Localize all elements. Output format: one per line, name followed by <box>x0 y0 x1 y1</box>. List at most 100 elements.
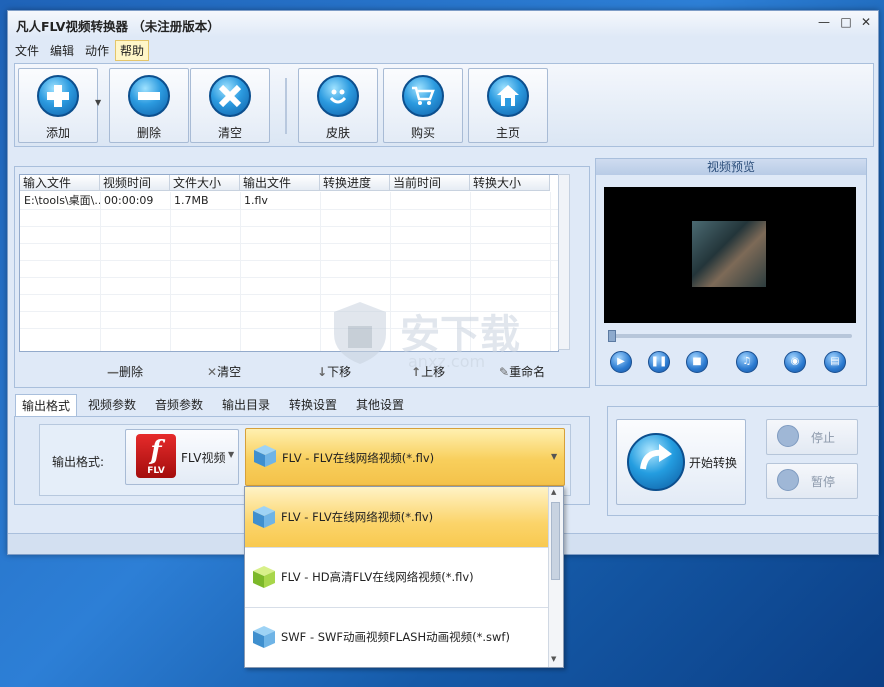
pause-icon[interactable]: ❚❚ <box>648 351 670 373</box>
chevron-down-icon: ▼ <box>551 452 558 461</box>
cell-video-time: 00:00:09 <box>104 194 154 207</box>
column-header-file-size[interactable]: 文件大小 <box>170 175 240 191</box>
buy-button-label: 购买 <box>410 126 435 140</box>
pause-label: 暂停 <box>811 475 836 489</box>
list-clear-label: 清空 <box>217 365 242 379</box>
minus-icon <box>128 75 170 117</box>
cell-output-file: 1.flv <box>244 194 268 207</box>
volume-icon[interactable]: ♫ <box>736 351 758 373</box>
tab-video-params[interactable]: 视频参数 <box>82 394 142 416</box>
close-button[interactable]: ✕ <box>858 16 874 30</box>
format-option-label: FLV - FLV在线网络视频(*.flv) <box>281 510 434 524</box>
blue-cube-icon <box>253 506 275 528</box>
column-header-output-file[interactable]: 输出文件 <box>240 175 320 191</box>
column-header-converted-size[interactable]: 转换大小 <box>470 175 550 191</box>
format-select-value: FLV - FLV在线网络视频(*.flv) <box>282 451 435 465</box>
menu-bar: 文件 编辑 动作 帮助 <box>8 38 878 61</box>
video-preview-panel: 视频预览 ▶ ❚❚ ■ ♫ ◉ ▤ <box>595 158 867 386</box>
column-header-video-time[interactable]: 视频时间 <box>100 175 170 191</box>
menu-edit[interactable]: 编辑 <box>46 41 78 60</box>
seek-knob[interactable] <box>608 330 616 342</box>
blue-cube-icon <box>253 626 275 648</box>
format-select[interactable]: FLV - FLV在线网络视频(*.flv) ▼ <box>245 428 565 486</box>
pause-button[interactable]: 暂停 <box>766 463 858 499</box>
green-cube-icon <box>253 566 275 588</box>
blue-cube-icon <box>254 445 276 467</box>
home-button[interactable]: 主页 <box>468 68 548 143</box>
stop-label: 停止 <box>811 431 836 445</box>
tab-audio-params[interactable]: 音频参数 <box>149 394 209 416</box>
flash-logo-icon: f FLV <box>136 434 176 478</box>
cart-icon <box>402 75 444 117</box>
minimize-button[interactable]: — <box>816 16 832 30</box>
folder-icon[interactable]: ▤ <box>824 351 846 373</box>
buy-button[interactable]: 购买 <box>383 68 463 143</box>
cell-input-file: E:\tools\桌面\... <box>24 194 100 207</box>
list-rename-button[interactable]: ✎重命名 <box>499 363 545 380</box>
scroll-down-icon[interactable]: ▼ <box>551 655 556 663</box>
preview-screen <box>604 187 856 323</box>
shield-logo-icon <box>334 302 386 364</box>
tab-other-settings[interactable]: 其他设置 <box>350 394 410 416</box>
preview-video-frame <box>692 221 766 287</box>
tab-convert-settings[interactable]: 转换设置 <box>283 394 343 416</box>
format-option[interactable]: SWF - SWF动画视频FLASH动画视频(*.swf) <box>245 607 548 667</box>
column-header-progress[interactable]: 转换进度 <box>320 175 390 191</box>
stop-button[interactable]: 停止 <box>766 419 858 455</box>
watermark-subtext: anxz.com <box>408 352 486 371</box>
toolbar: 添加 ▼ 删除 清空 皮肤 购买 主页 <box>14 63 874 147</box>
tab-output-format[interactable]: 输出格式 <box>15 394 78 417</box>
column-header-input-file[interactable]: 输入文件 <box>20 175 100 191</box>
skin-button-label: 皮肤 <box>325 126 350 140</box>
format-option-label: SWF - SWF动画视频FLASH动画视频(*.swf) <box>281 630 510 644</box>
menu-file[interactable]: 文件 <box>11 41 43 60</box>
pause-icon <box>777 469 799 491</box>
title-bar: 凡人FLV视频转换器 （未注册版本） — □ ✕ <box>8 11 878 37</box>
snapshot-icon[interactable]: ◉ <box>784 351 806 373</box>
format-option-label: FLV - HD高清FLV在线网络视频(*.flv) <box>281 570 474 584</box>
delete-button[interactable]: 删除 <box>109 68 189 143</box>
home-icon <box>487 75 529 117</box>
file-table-scrollbar[interactable] <box>558 174 570 350</box>
preview-title: 视频预览 <box>596 159 866 175</box>
x-icon <box>209 75 251 117</box>
chevron-down-icon: ▼ <box>228 450 235 459</box>
format-option[interactable]: FLV - FLV在线网络视频(*.flv) <box>245 487 548 548</box>
start-convert-button[interactable]: 开始转换 <box>616 419 746 505</box>
list-clear-button[interactable]: ✕清空 <box>207 363 241 380</box>
format-dropdown-list[interactable]: FLV - FLV在线网络视频(*.flv) FLV - HD高清FLV在线网络… <box>244 486 564 668</box>
list-delete-button[interactable]: —删除 <box>107 363 143 380</box>
format-option[interactable]: FLV - HD高清FLV在线网络视频(*.flv) <box>245 547 548 608</box>
cell-file-size: 1.7MB <box>174 194 209 207</box>
format-category-label: FLV视频 <box>181 451 226 465</box>
format-label: 输出格式: <box>52 455 105 469</box>
clear-button-label: 清空 <box>217 126 242 140</box>
add-dropdown-arrow-icon[interactable]: ▼ <box>95 98 101 107</box>
window-title: 凡人FLV视频转换器 （未注册版本） <box>16 19 220 34</box>
start-convert-label: 开始转换 <box>689 456 738 470</box>
add-button[interactable]: 添加 <box>18 68 98 143</box>
list-move-down-label: 下移 <box>327 365 352 379</box>
home-button-label: 主页 <box>495 126 520 140</box>
menu-help[interactable]: 帮助 <box>115 40 150 61</box>
plus-icon <box>37 75 79 117</box>
seek-bar[interactable] <box>608 334 852 338</box>
menu-action[interactable]: 动作 <box>81 41 113 60</box>
play-icon[interactable]: ▶ <box>610 351 632 373</box>
delete-button-label: 删除 <box>136 126 161 140</box>
clear-button[interactable]: 清空 <box>190 68 270 143</box>
column-header-current-time[interactable]: 当前时间 <box>390 175 470 191</box>
list-rename-label: 重命名 <box>509 365 546 379</box>
skin-button[interactable]: 皮肤 <box>298 68 378 143</box>
convert-panel: 开始转换 停止 暂停 <box>607 406 879 516</box>
maximize-button[interactable]: □ <box>838 16 854 30</box>
refresh-arrow-icon <box>627 433 685 491</box>
scroll-up-icon[interactable]: ▲ <box>551 488 556 496</box>
smiley-icon <box>317 75 359 117</box>
dropdown-scroll-thumb[interactable] <box>551 502 560 580</box>
stop-icon <box>777 425 799 447</box>
stop-icon[interactable]: ■ <box>686 351 708 373</box>
tab-output-dir[interactable]: 输出目录 <box>216 394 276 416</box>
format-category-button[interactable]: f FLV FLV视频 ▼ <box>125 429 239 485</box>
list-delete-label: 删除 <box>119 365 144 379</box>
